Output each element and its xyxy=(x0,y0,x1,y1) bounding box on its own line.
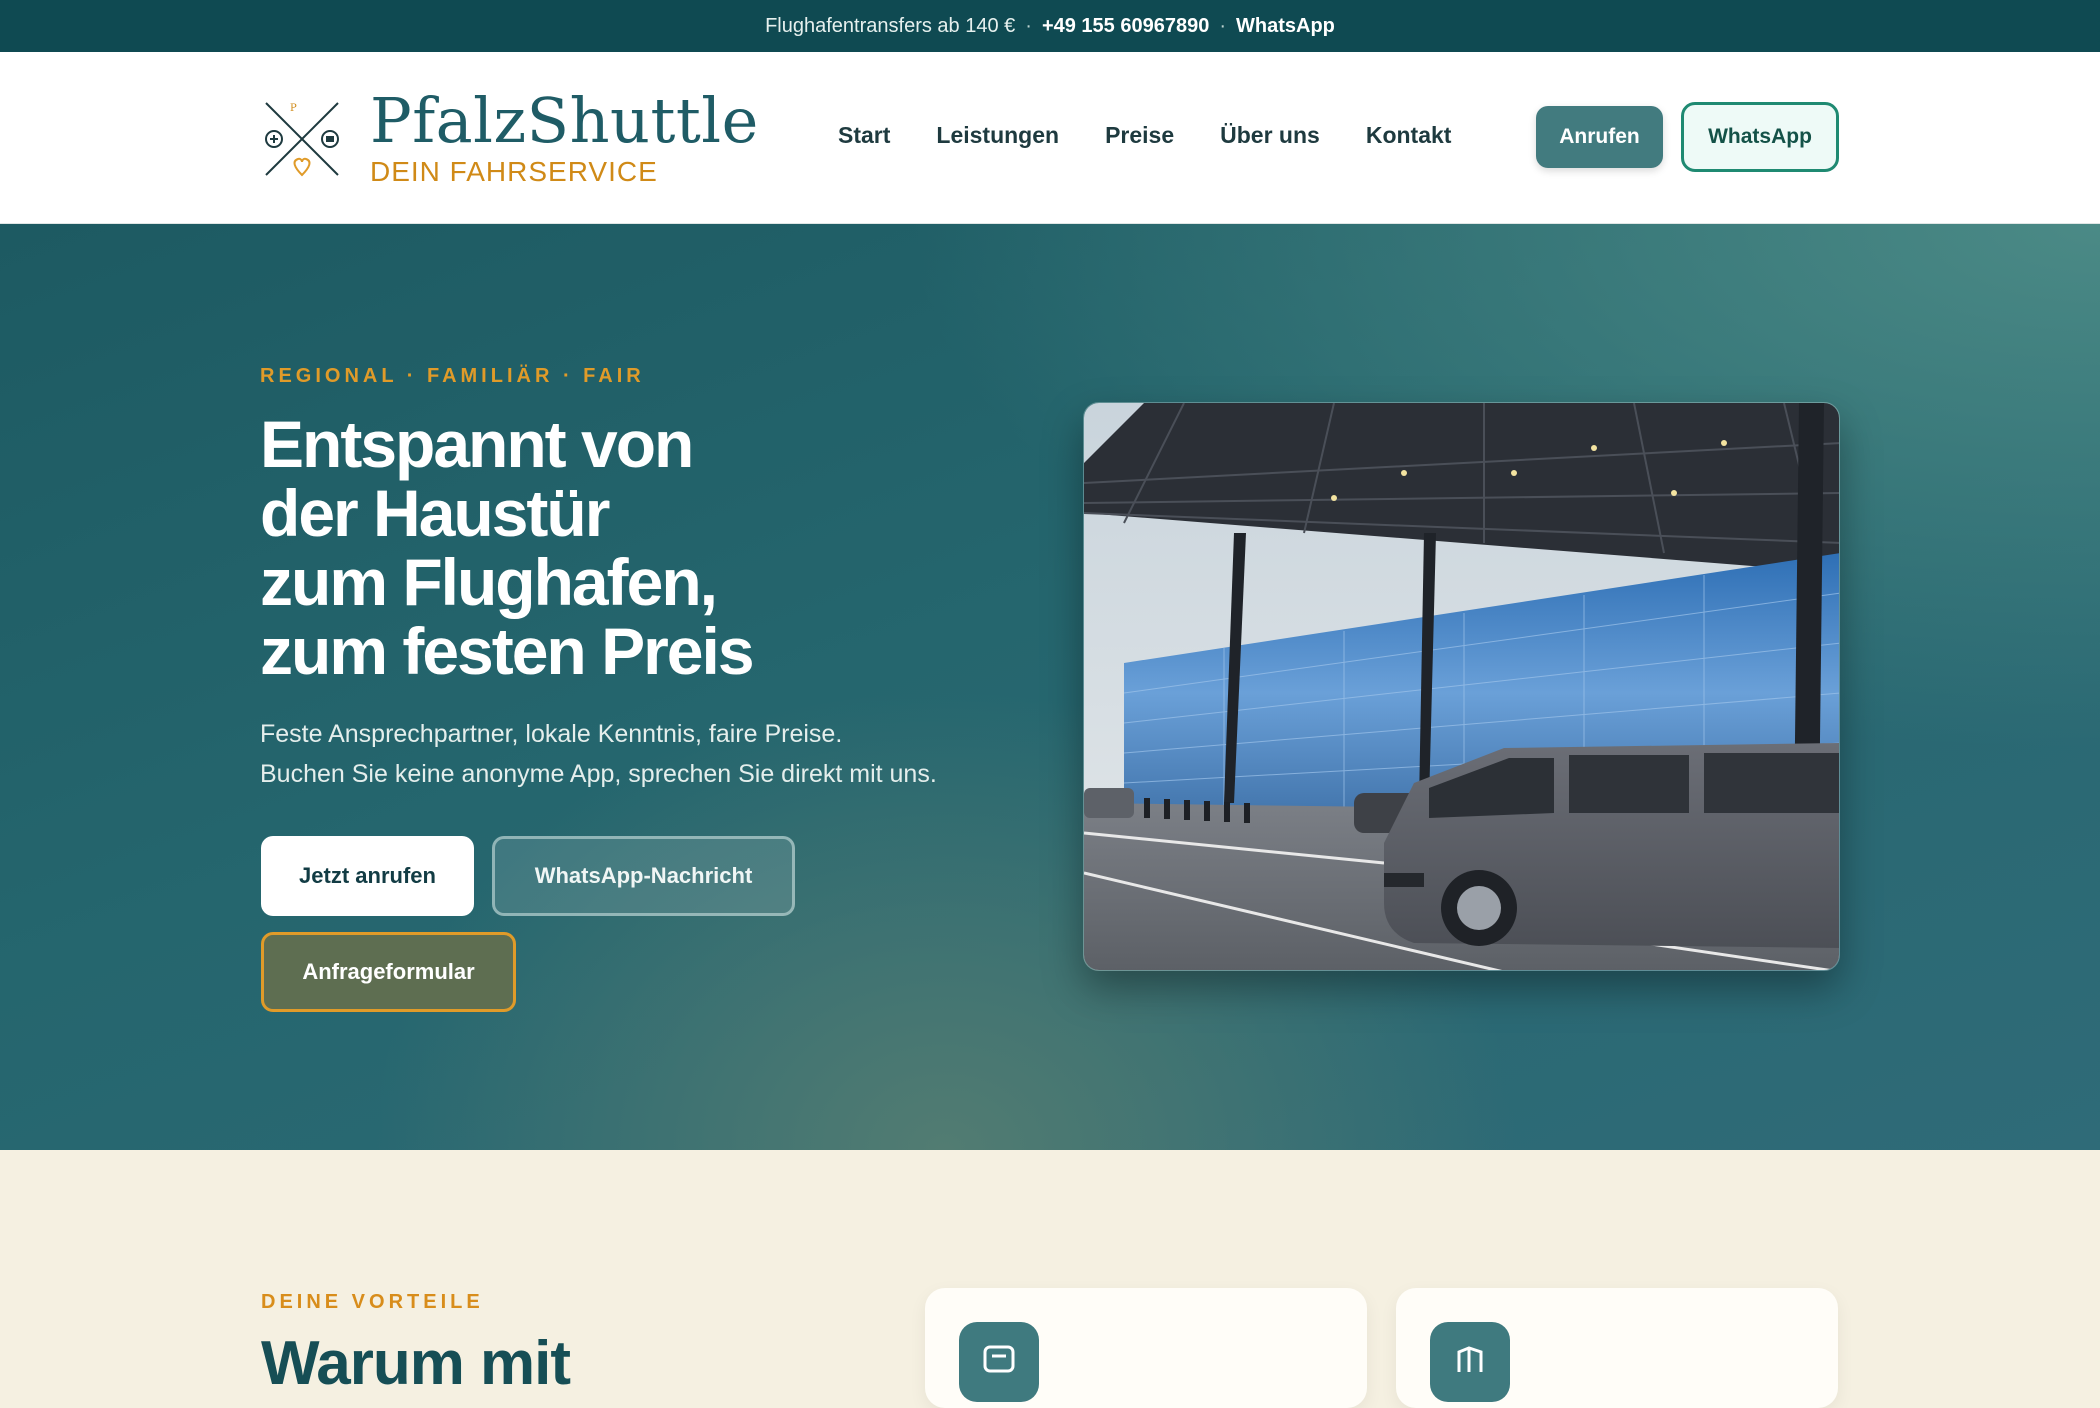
inquiry-form-button[interactable]: Anfrageformular xyxy=(261,932,516,1012)
document-icon xyxy=(959,1322,1039,1402)
whatsapp-message-button[interactable]: WhatsApp-Nachricht xyxy=(492,836,795,916)
hero-title-line: zum festen Preis xyxy=(260,614,755,688)
nav-kontakt[interactable]: Kontakt xyxy=(1366,122,1452,149)
benefits-section: DEINE VORTEILE Warum mit xyxy=(0,1150,2100,1408)
logo-title: PfalzShuttle xyxy=(370,84,759,157)
hero-eyebrow: REGIONAL · FAMILIÄR · FAIR xyxy=(260,365,645,387)
hero-lead: Feste Ansprechpartner, lokale Kenntnis, … xyxy=(260,714,937,794)
nav-leistungen[interactable]: Leistungen xyxy=(936,122,1059,149)
benefits-title: Warum mit xyxy=(261,1329,571,1398)
map-icon xyxy=(1430,1322,1510,1402)
top-announcement-bar: Flughafentransfers ab 140 € · +49 155 60… xyxy=(0,0,2100,52)
call-button[interactable]: Anrufen xyxy=(1536,106,1663,168)
separator-dot: · xyxy=(1025,14,1032,37)
hero-title-line: Entspannt von xyxy=(260,407,694,481)
hero-lead-line: Feste Ansprechpartner, lokale Kenntnis, … xyxy=(260,720,843,748)
nav-ueber-uns[interactable]: Über uns xyxy=(1220,122,1320,149)
main-nav: Start Leistungen Preise Über uns Kontakt xyxy=(838,122,1451,149)
separator-dot: · xyxy=(1219,14,1227,37)
nav-preise[interactable]: Preise xyxy=(1105,122,1174,149)
benefit-card xyxy=(925,1288,1367,1408)
hero-title: Entspannt von der Haustür zum Flughafen,… xyxy=(260,410,900,686)
hero-lead-line: Buchen Sie keine anonyme App, sprechen S… xyxy=(260,760,937,788)
svg-text:P: P xyxy=(290,103,297,114)
site-header: P PfalzShuttle DEIN FAHRSERVICE Start Le… xyxy=(0,52,2100,224)
logo-mark-icon: P xyxy=(265,102,339,177)
benefits-eyebrow: DEINE VORTEILE xyxy=(261,1291,484,1313)
whatsapp-button[interactable]: WhatsApp xyxy=(1681,102,1839,172)
hero-title-line: der Haustür xyxy=(260,476,610,550)
whatsapp-link[interactable]: WhatsApp xyxy=(1236,15,1335,38)
logo[interactable]: P PfalzShuttle DEIN FAHRSERVICE xyxy=(260,90,759,188)
hero-title-line: zum Flughafen, xyxy=(260,545,718,619)
transfer-price-text: Flughafentransfers ab 140 € xyxy=(765,14,1016,37)
phone-link[interactable]: +49 155 60967890 xyxy=(1042,15,1209,38)
airport-van-photo xyxy=(1083,402,1840,971)
nav-start[interactable]: Start xyxy=(838,122,890,149)
logo-subtitle: DEIN FAHRSERVICE xyxy=(370,156,658,187)
call-now-button[interactable]: Jetzt anrufen xyxy=(261,836,474,916)
benefit-card xyxy=(1396,1288,1838,1408)
hero-section: REGIONAL · FAMILIÄR · FAIR Entspannt von… xyxy=(0,224,2100,1150)
